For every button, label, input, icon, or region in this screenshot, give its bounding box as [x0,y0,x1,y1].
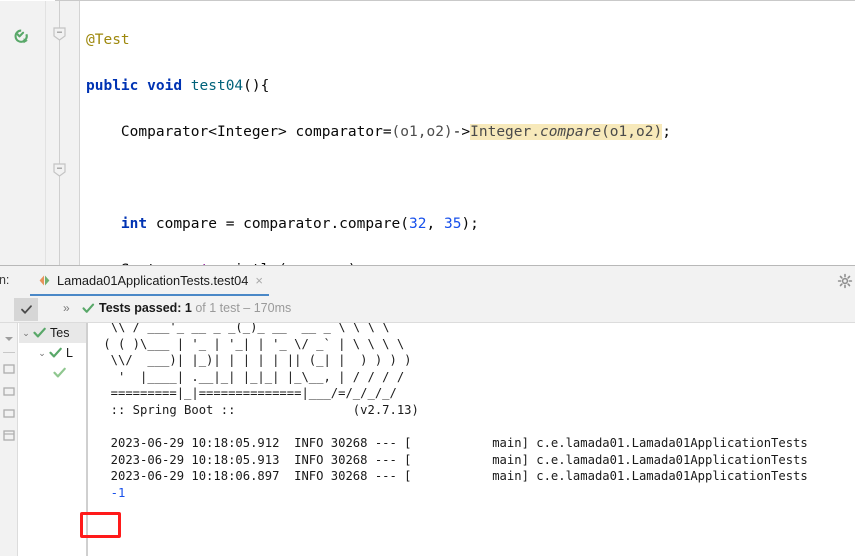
tree-row-test-method[interactable] [19,363,86,383]
console-line: 2023-06-29 10:18:05.913 INFO 30268 --- [… [96,452,808,467]
console-line: \\/ ___)| |_)| | | | | || (_| | ) ) ) ) [96,353,412,368]
code-line: Comparator<Integer> comparator=(o1,o2)->… [120,124,671,140]
highlighted-lambda-body: Integer.compare(o1,o2) [470,124,663,140]
scroll-to-end-icon[interactable] [2,362,16,376]
clear-all-icon[interactable] [2,428,16,442]
method-name-test04: test04 [190,78,244,94]
console-line: \\ / ___'_ __ _ _(_)_ __ __ _ \ \ \ \ [96,323,390,334]
test-status-bar: » Tests passed: 1 of 1 test – 170ms [0,296,855,323]
tab-title: Lamada01ApplicationTests.test04 [57,272,249,288]
gear-icon[interactable] [837,273,853,289]
console-line: :: Spring Boot :: (v2.7.13) [96,402,419,417]
tests-total-text: of 1 test – 170 [191,301,275,315]
tree-row-test-class[interactable]: ⌄ L [19,343,86,363]
console-left-divider [87,323,88,556]
tree-row-test-results[interactable]: ⌄ Tes [19,323,86,343]
run-test-icon[interactable] [14,29,30,45]
close-icon[interactable]: × [255,274,263,287]
editor-gutter-divider [79,1,80,265]
expand-chevrons-icon[interactable]: » [63,301,70,315]
code-editor: @Test public void test04(){ Comparator<I… [0,0,855,462]
console-output[interactable]: \\ / ___'_ __ _ _(_)_ __ __ _ \ \ \ \ ( … [87,323,855,556]
green-check-icon [33,327,47,339]
tab-lamada01applicationtests-test04[interactable]: Lamada01ApplicationTests.test04 × [30,266,269,296]
run-window-label: un: [0,273,10,287]
console-line: 2023-06-29 10:18:06.897 INFO 30268 --- [… [96,469,808,484]
editor-fold-gutter[interactable] [46,1,79,265]
code-line: @Test [86,29,671,52]
fold-marker-collapse-icon[interactable] [53,163,66,177]
toolbar-divider [3,352,15,353]
editor-top-divider [55,0,855,1]
soft-wrap-icon[interactable] [2,406,16,420]
editor-run-gutter[interactable] [0,1,46,265]
run-configuration-icon [38,274,51,287]
code-line: int compare = comparator.compare(32, 35)… [120,216,479,232]
console-line: =========|_|==============|___/=/_/_/_/ [96,386,397,401]
green-check-icon [49,347,63,359]
tree-row-label: L [66,346,73,360]
print-icon[interactable] [2,384,16,398]
code-line: public void test04(){ [86,78,270,94]
tests-passed-label: Tests passed: [99,301,185,315]
console-text: \\ / ___'_ __ _ _(_)_ __ __ _ \ \ \ \ ( … [96,323,808,502]
tests-passed-count: 1 [184,301,192,315]
run-tool-window: un: Lamada01ApplicationTests.test04 × [0,265,855,556]
program-output-value: -1 [96,485,126,500]
filter-dropdown-icon[interactable] [2,332,16,346]
green-check-icon [82,302,95,315]
console-line: -1 [96,485,808,502]
fold-marker-collapse-icon[interactable] [53,27,66,41]
console-line: ( ( )\___ | '_ | '_| | '_ \/ _` | \ \ \ … [96,336,405,351]
ide-window: @Test public void test04(){ Comparator<I… [0,0,855,556]
tests-duration-unit: ms [274,301,292,315]
run-tab-bar: un: Lamada01ApplicationTests.test04 × [0,266,855,296]
chevron-down-icon[interactable]: ⌄ [19,328,33,339]
green-check-icon [53,367,67,379]
tree-row-label: Tes [50,326,70,340]
console-line: 2023-06-29 10:18:05.912 INFO 30268 --- [… [96,436,808,451]
test-status-text: Tests passed: 1 of 1 test – 170ms [99,301,291,315]
chevron-down-icon[interactable]: ⌄ [35,348,49,359]
literal-32: 32 [409,216,427,232]
show-passed-toggle-button[interactable] [14,298,38,321]
annotation-test: @Test [86,32,130,48]
test-results-tree[interactable]: ⌄ Tes ⌄ L [19,323,87,556]
literal-35: 35 [443,216,462,232]
console-line: ' |____| .__|_| |_|_| |_\__, | / / / / [96,369,405,384]
